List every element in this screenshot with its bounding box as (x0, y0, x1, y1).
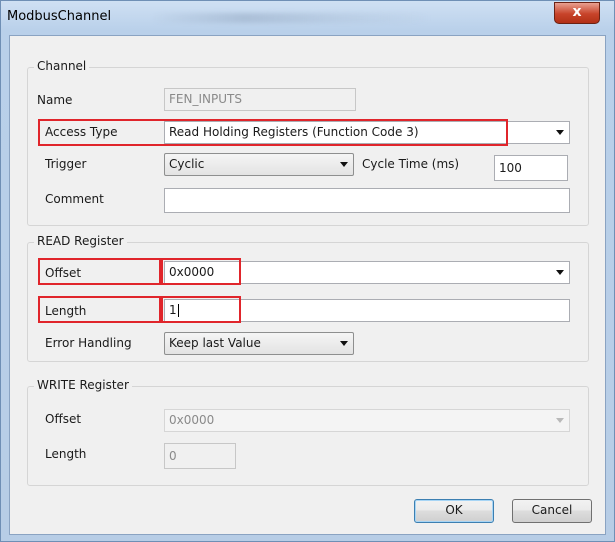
write-length-label: Length (45, 447, 87, 461)
trigger-value: Cyclic (169, 157, 205, 171)
ok-button[interactable]: OK (414, 499, 494, 523)
modbus-channel-window: ModbusChannel x Channel Name FEN_INPUTS … (0, 0, 615, 542)
cancel-button[interactable]: Cancel (512, 499, 592, 523)
error-handling-value: Keep last Value (169, 336, 261, 350)
chevron-down-icon (556, 270, 564, 275)
error-handling-label: Error Handling (45, 336, 132, 350)
trigger-label: Trigger (45, 157, 87, 171)
channel-group-label: Channel (34, 59, 90, 73)
comment-input[interactable] (164, 188, 570, 213)
access-type-highlight (38, 119, 508, 146)
cycle-time-input[interactable]: 100 (494, 155, 568, 181)
cycle-time-label: Cycle Time (ms) (362, 157, 460, 171)
trigger-select[interactable]: Cyclic (164, 153, 354, 176)
read-register-group-label: READ Register (34, 234, 127, 248)
chevron-down-icon (340, 162, 348, 167)
chevron-down-icon (556, 418, 564, 423)
read-offset-label-highlight (38, 258, 161, 285)
write-register-group-label: WRITE Register (34, 378, 132, 392)
blurred-title-text (151, 13, 431, 23)
close-button[interactable]: x (554, 2, 600, 24)
error-handling-select[interactable]: Keep last Value (164, 332, 354, 355)
read-length-label-highlight (38, 296, 161, 323)
title-bar[interactable]: ModbusChannel x (1, 1, 614, 35)
chevron-down-icon (556, 130, 564, 135)
write-length-input[interactable]: 0 (164, 443, 236, 469)
name-label: Name (37, 93, 73, 107)
dialog-body: Channel Name FEN_INPUTS Access Type Read… (9, 35, 606, 535)
read-length-value-highlight (161, 296, 241, 323)
write-offset-label: Offset (45, 412, 82, 426)
window-title: ModbusChannel (7, 9, 112, 24)
close-icon: x (572, 4, 582, 20)
read-offset-value-highlight (161, 258, 241, 285)
name-field[interactable]: FEN_INPUTS (164, 88, 356, 111)
write-offset-value: 0x0000 (169, 413, 215, 427)
write-register-group: WRITE Register (27, 378, 589, 486)
chevron-down-icon (340, 341, 348, 346)
comment-label: Comment (45, 192, 104, 206)
write-offset-combo[interactable]: 0x0000 (164, 409, 570, 432)
